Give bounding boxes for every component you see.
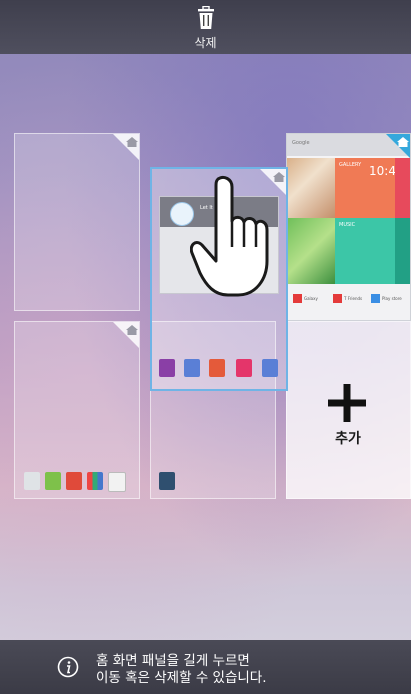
app-label: T Friends [344, 296, 363, 301]
app-icon [262, 359, 278, 377]
music-tile[interactable]: MUSIC [335, 218, 395, 284]
music-photo [287, 218, 335, 284]
app-icon [293, 294, 302, 303]
hint-line-1: 홈 화면 패널을 길게 누르면 [96, 653, 250, 669]
music-tile-label: MUSIC [339, 222, 356, 228]
delete-bar[interactable]: 삭제 [0, 0, 411, 54]
home-marker-icon [113, 134, 139, 160]
app-icon [333, 294, 342, 303]
tile-accent [395, 158, 410, 218]
app-label: Play store [382, 296, 402, 301]
home-marker-active-icon [386, 134, 410, 158]
add-label: 추가 [335, 431, 361, 447]
home-panel-1[interactable] [14, 133, 140, 311]
home-panel-main[interactable]: Google GALLERY 10:48 MUSIC Galaxy T Frie… [286, 133, 411, 321]
delete-label: 삭제 [194, 36, 217, 50]
hint-text: 홈 화면 패널을 길게 누르면 이동 혹은 삭제할 수 있습니다. [96, 653, 267, 687]
gallery-tile-label: GALLERY [339, 162, 362, 168]
app-row: Galaxy T Friends Play store [287, 284, 410, 320]
trash-icon [198, 6, 214, 29]
tile-accent [395, 218, 410, 284]
app-icon [45, 472, 61, 490]
app-icon [159, 472, 175, 490]
home-panel-2[interactable] [14, 321, 140, 499]
hint-line-2: 이동 혹은 삭제할 수 있습니다. [96, 670, 267, 686]
hand-pointer-icon [190, 175, 269, 297]
app-icon [159, 359, 175, 377]
app-icon [24, 472, 40, 490]
app-icon [209, 359, 225, 377]
info-icon [57, 656, 79, 678]
app-icon [108, 472, 126, 492]
plus-icon [328, 384, 366, 422]
search-label: Google [292, 140, 310, 146]
app-icon [66, 472, 82, 490]
gallery-photo [287, 158, 335, 218]
app-icon [371, 294, 380, 303]
home-marker-icon [113, 322, 139, 348]
app-icon [184, 359, 200, 377]
app-icon [87, 472, 103, 490]
app-label: Galaxy [304, 296, 318, 301]
app-icon [236, 359, 252, 377]
